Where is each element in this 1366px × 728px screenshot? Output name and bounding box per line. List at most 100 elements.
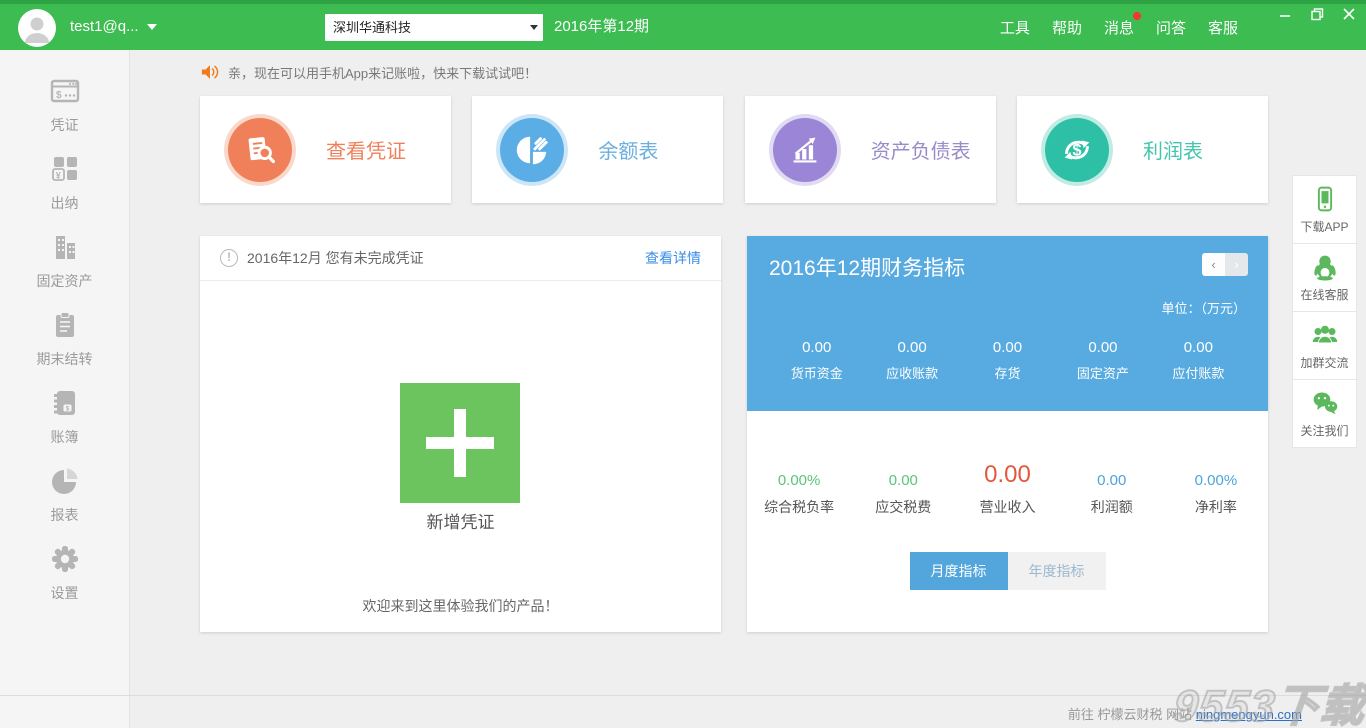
indicator-tabs: 月度指标 年度指标 (747, 552, 1268, 590)
sidebar-item-label: 凭证 (51, 115, 79, 135)
qq-icon (1311, 253, 1339, 281)
fixed-assets-icon (49, 231, 81, 263)
voucher-panel-header: ! 2016年12月 您有未完成凭证 查看详情 (200, 236, 721, 281)
view-voucher-card[interactable]: 查看凭证 (200, 96, 451, 203)
period-end-icon (49, 309, 81, 341)
sidebar-item-cashier[interactable]: ¥ 出纳 (0, 144, 129, 222)
footer-prefix: 前往 柠檬云财税 网站 (1068, 707, 1196, 722)
stat-tax-burden-rate: 0.00% 综合税负率 (747, 472, 851, 517)
sidebar-item-ledger[interactable]: $ 账簿 (0, 378, 129, 456)
float-label: 在线客服 (1300, 286, 1348, 303)
voucher-icon: $ (49, 75, 81, 107)
wechat-icon (1311, 389, 1339, 417)
view-details-link[interactable]: 查看详情 (645, 248, 701, 268)
menu-item-tools[interactable]: 工具 (1000, 17, 1030, 38)
sidebar-item-voucher[interactable]: $ 凭证 (0, 66, 129, 144)
sidebar-item-label: 期末结转 (37, 349, 93, 369)
stat-monetary-funds: 0.00 货币资金 (769, 339, 864, 382)
quick-card-label: 利润表 (1143, 135, 1203, 164)
download-app-button[interactable]: 下载APP (1292, 175, 1357, 244)
stat-fixed-assets: 0.00 固定资产 (1055, 339, 1150, 382)
profit-icon: $ (1045, 118, 1109, 182)
notification-badge (1133, 12, 1141, 20)
unit-label: 单位：（万元） (769, 298, 1246, 317)
settings-icon (49, 543, 81, 575)
profit-card[interactable]: $ 利润表 (1017, 96, 1268, 203)
menu-item-support[interactable]: 客服 (1208, 17, 1238, 38)
primary-stats-row: 0.00 货币资金 0.00 应收账款 0.00 存货 0.00 固定资产 0.… (769, 339, 1246, 382)
sidebar-item-period-end[interactable]: 期末结转 (0, 300, 129, 378)
add-voucher-label: 新增凭证 (200, 508, 721, 533)
site-link[interactable]: ningmengyun.com (1196, 707, 1302, 722)
stat-inventory: 0.00 存货 (960, 339, 1055, 382)
cashier-icon: ¥ (49, 153, 81, 185)
sidebar-item-label: 报表 (51, 505, 79, 525)
menu-item-qa[interactable]: 问答 (1156, 17, 1186, 38)
stat-taxes-payable: 0.00 应交税费 (851, 472, 955, 517)
restore-icon[interactable] (1308, 6, 1326, 22)
float-label: 关注我们 (1300, 422, 1348, 439)
indicator-title: 2016年12期财务指标 (769, 252, 1246, 282)
add-voucher-button[interactable] (400, 383, 520, 503)
sidebar-item-fixed-assets[interactable]: 固定资产 (0, 222, 129, 300)
period-label: 2016年第12期 (554, 4, 649, 50)
next-period-icon[interactable]: › (1225, 253, 1248, 276)
prev-period-icon[interactable]: ‹ (1202, 253, 1225, 276)
voucher-alert-text: 2016年12月 您有未完成凭证 (247, 248, 424, 268)
balance-sheet-card[interactable]: 余额表 (472, 96, 723, 203)
menu-item-messages[interactable]: 消息 (1104, 17, 1134, 38)
stat-net-margin: 0.00% 净利率 (1164, 472, 1268, 517)
window-controls (1276, 3, 1358, 25)
stat-receivables: 0.00 应收账款 (864, 339, 959, 382)
group-icon (1311, 321, 1339, 349)
app-window: test1@q... 深圳华通科技 2016年第12期 工具 帮助 消息 问答 … (0, 0, 1366, 728)
sidebar: $ 凭证 ¥ 出纳 (0, 50, 130, 728)
menu-item-help[interactable]: 帮助 (1052, 17, 1082, 38)
speaker-icon (200, 62, 220, 82)
select-arrow-icon (530, 25, 538, 30)
join-group-button[interactable]: 加群交流 (1292, 311, 1357, 380)
sidebar-item-label: 设置 (51, 583, 79, 603)
company-select[interactable]: 深圳华通科技 (325, 14, 543, 41)
company-select-value: 深圳华通科技 (333, 20, 411, 35)
quick-cards-row: 查看凭证 余额表 (200, 96, 1268, 203)
chevron-down-icon (147, 24, 157, 30)
float-label: 加群交流 (1300, 354, 1348, 371)
avatar[interactable] (18, 9, 56, 47)
floating-toolbar: 下载APP 在线客服 加群交流 (1292, 176, 1357, 448)
follow-us-button[interactable]: 关注我们 (1292, 379, 1357, 448)
quick-card-label: 余额表 (598, 135, 658, 164)
voucher-panel: ! 2016年12月 您有未完成凭证 查看详情 新增凭证 欢迎来到这里体验我们的… (200, 236, 721, 632)
svg-text:$: $ (1072, 141, 1081, 159)
sidebar-item-label: 账簿 (51, 427, 79, 447)
notice-text: 亲，现在可以用手机App来记账啦，快来下载试试吧！ (228, 63, 537, 82)
view-voucher-icon (228, 118, 292, 182)
tab-monthly-indicators[interactable]: 月度指标 (910, 552, 1008, 590)
quick-card-label: 查看凭证 (326, 135, 406, 164)
sidebar-item-settings[interactable]: 设置 (0, 534, 129, 612)
welcome-text: 欢迎来到这里体验我们的产品！ (200, 596, 721, 616)
tab-yearly-indicators[interactable]: 年度指标 (1008, 552, 1106, 590)
alert-icon: ! (220, 249, 238, 267)
ledger-icon: $ (49, 387, 81, 419)
user-label: test1@q... (70, 18, 139, 35)
online-support-button[interactable]: 在线客服 (1292, 243, 1357, 312)
asset-liability-card[interactable]: 资产负债表 (745, 96, 996, 203)
sidebar-item-reports[interactable]: 报表 (0, 456, 129, 534)
quick-card-label: 资产负债表 (871, 135, 971, 164)
float-label: 下载APP (1300, 218, 1348, 235)
secondary-stats-row: 0.00% 综合税负率 0.00 应交税费 0.00 营业收入 0.00 利润额… (747, 461, 1268, 517)
balance-sheet-icon (500, 118, 564, 182)
footer: 前往 柠檬云财税 网站 ningmengyun.com (0, 695, 1366, 728)
minimize-icon[interactable] (1276, 6, 1294, 22)
user-menu[interactable]: test1@q... (70, 4, 157, 50)
footer-text: 前往 柠檬云财税 网站 ningmengyun.com (1068, 704, 1302, 723)
svg-text:¥: ¥ (55, 171, 60, 181)
stat-payables: 0.00 应付账款 (1151, 339, 1246, 382)
svg-text:$: $ (56, 90, 62, 101)
period-pager: ‹ › (1202, 253, 1248, 276)
top-bar: test1@q... 深圳华通科技 2016年第12期 工具 帮助 消息 问答 … (0, 0, 1366, 50)
sidebar-item-label: 固定资产 (37, 271, 93, 291)
financial-indicator-panel: 2016年12期财务指标 ‹ › 单位：（万元） 0.00 货币资金 0.00 … (747, 236, 1268, 632)
close-icon[interactable] (1340, 6, 1358, 22)
